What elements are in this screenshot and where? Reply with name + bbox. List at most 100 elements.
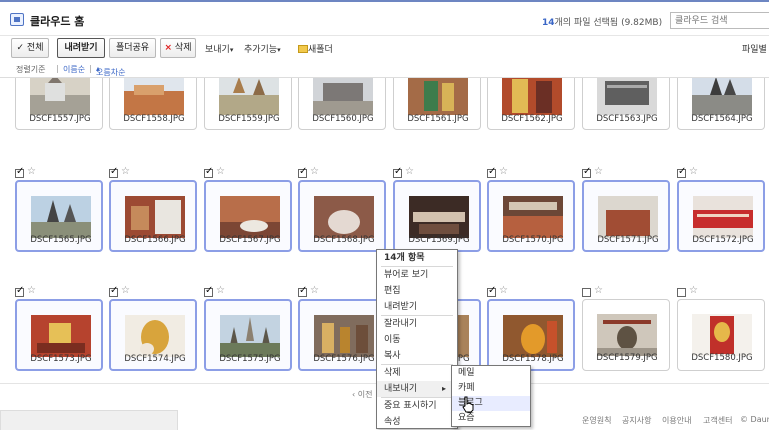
star-icon[interactable]: ☆: [310, 285, 319, 296]
star-icon[interactable]: ☆: [27, 285, 36, 296]
file-card-dscf1573[interactable]: DSCF1573.JPG: [15, 299, 103, 371]
menu-item-delete[interactable]: 삭제: [377, 365, 457, 381]
file-card-dscf1570[interactable]: DSCF1570.JPG: [487, 180, 575, 252]
prev-page-link[interactable]: ‹ 이전: [352, 389, 372, 400]
hand-cursor-icon: [462, 396, 474, 413]
file-card-dscf1571[interactable]: DSCF1571.JPG: [582, 180, 670, 252]
download-button[interactable]: 내려받기: [57, 38, 105, 58]
file-card-dscf1562[interactable]: DSCF1562.JPG: [487, 78, 575, 130]
footer-link-policy[interactable]: 운영원칙: [582, 415, 611, 426]
file-name: DSCF1566.JPG: [124, 235, 186, 245]
submenu-item-cafe[interactable]: 카페: [452, 381, 530, 396]
select-checkbox[interactable]: [298, 166, 307, 178]
send-label: 보내기: [205, 45, 230, 55]
star-icon[interactable]: ☆: [689, 285, 698, 296]
photo-thumbnail: [597, 78, 657, 115]
menu-item-export[interactable]: 내보내기 ▸: [377, 381, 457, 397]
file-card-dscf1559[interactable]: DSCF1559.JPG: [204, 78, 292, 130]
select-checkbox[interactable]: [677, 288, 686, 297]
sort-ascending[interactable]: 오름차순 ▴: [96, 64, 125, 77]
file-card-dscf1563[interactable]: DSCF1563.JPG: [582, 78, 670, 130]
footer-link-guide[interactable]: 이용안내: [662, 415, 691, 426]
sort-by-name[interactable]: 이름순: [63, 64, 85, 75]
star-icon[interactable]: ☆: [121, 166, 130, 177]
file-card-dscf1565[interactable]: DSCF1565.JPG: [15, 180, 103, 252]
file-name: DSCF1576.JPG: [313, 354, 375, 364]
page-title[interactable]: 클라우드 홈: [30, 13, 84, 29]
star-icon[interactable]: ☆: [216, 285, 225, 296]
menu-item-cut[interactable]: 잘라내기: [377, 316, 457, 332]
select-checkbox[interactable]: [15, 166, 24, 178]
export-label: 내보내기: [384, 384, 418, 394]
menu-item-mark-important[interactable]: 중요 표시하기: [377, 398, 457, 414]
menu-item-move[interactable]: 이동: [377, 332, 457, 348]
delete-button[interactable]: × 삭제: [160, 38, 196, 58]
star-icon[interactable]: ☆: [499, 285, 508, 296]
file-card-dscf1567[interactable]: DSCF1567.JPG: [204, 180, 292, 252]
file-card-dscf1566[interactable]: DSCF1566.JPG: [109, 180, 197, 252]
star-icon[interactable]: ☆: [216, 166, 225, 177]
selection-info: 14개의 파일 선택됨 (9.82MB): [542, 15, 662, 28]
select-checkbox[interactable]: [393, 166, 402, 178]
select-checkbox[interactable]: [582, 166, 591, 178]
select-checkbox[interactable]: [582, 288, 591, 297]
select-all-button[interactable]: ✓ 전체: [11, 38, 49, 58]
select-checkbox[interactable]: [204, 285, 213, 297]
sort-bar: 정렬기준 | 이름순 | 오름차순 ▴: [0, 61, 769, 78]
file-card-dscf1578[interactable]: DSCF1578.JPG: [487, 299, 575, 371]
select-checkbox[interactable]: [677, 166, 686, 178]
star-icon[interactable]: ☆: [689, 166, 698, 177]
file-card-dscf1569[interactable]: DSCF1569.JPG: [393, 180, 481, 252]
select-checkbox[interactable]: [487, 285, 496, 297]
selection-count: 14: [542, 18, 555, 28]
star-icon[interactable]: ☆: [594, 285, 603, 296]
folder-share-button[interactable]: 폴더공유: [109, 38, 156, 58]
file-card-dscf1572[interactable]: DSCF1572.JPG: [677, 180, 765, 252]
star-icon[interactable]: ☆: [594, 166, 603, 177]
menu-item-copy[interactable]: 복사: [377, 348, 457, 364]
file-card-dscf1560[interactable]: DSCF1560.JPG: [298, 78, 386, 130]
select-checkbox[interactable]: [15, 285, 24, 297]
footer-link-notice[interactable]: 공지사항: [622, 415, 651, 426]
select-checkbox[interactable]: [109, 285, 118, 297]
sort-divider: |: [56, 64, 59, 73]
select-checkbox[interactable]: [109, 166, 118, 178]
file-card-dscf1574[interactable]: DSCF1574.JPG: [109, 299, 197, 371]
chevron-down-icon: ▾: [277, 46, 281, 54]
menu-item-properties[interactable]: 속성: [377, 414, 457, 430]
star-icon[interactable]: ☆: [121, 285, 130, 296]
file-card-dscf1561[interactable]: DSCF1561.JPG: [393, 78, 481, 130]
file-card-dscf1579[interactable]: DSCF1579.JPG: [582, 299, 670, 371]
extra-features-menu[interactable]: 추가기능▾: [244, 42, 281, 55]
file-card-dscf1564[interactable]: DSCF1564.JPG: [677, 78, 765, 130]
star-icon[interactable]: ☆: [405, 166, 414, 177]
photo-thumbnail: [502, 78, 562, 115]
file-name: DSCF1580.JPG: [691, 353, 753, 363]
photo-thumbnail: [219, 78, 279, 115]
cloud-search-input[interactable]: [670, 12, 769, 29]
submenu-item-yozm[interactable]: 요즘: [452, 411, 530, 426]
file-card-dscf1558[interactable]: DSCF1558.JPG: [109, 78, 197, 130]
file-card-dscf1580[interactable]: DSCF1580.JPG: [677, 299, 765, 371]
send-menu[interactable]: 보내기▾: [205, 42, 233, 55]
file-view-toggle[interactable]: 파일별: [742, 42, 767, 55]
select-checkbox[interactable]: [204, 166, 213, 178]
file-name: DSCF1574.JPG: [124, 354, 186, 364]
file-card-dscf1557[interactable]: DSCF1557.JPG: [15, 78, 103, 130]
submenu-item-mail[interactable]: 메일: [452, 366, 530, 381]
star-icon[interactable]: ☆: [499, 166, 508, 177]
new-folder-button[interactable]: 새폴더: [298, 42, 333, 55]
delete-x-icon: ×: [164, 43, 173, 53]
star-icon[interactable]: ☆: [27, 166, 36, 177]
file-card-dscf1568[interactable]: DSCF1568.JPG: [298, 180, 386, 252]
file-card-dscf1575[interactable]: DSCF1575.JPG: [204, 299, 292, 371]
footer-link-support[interactable]: 고객센터: [703, 415, 732, 426]
photo-thumbnail: [692, 314, 752, 356]
menu-item-view[interactable]: 뷰어로 보기: [377, 267, 457, 283]
menu-item-download[interactable]: 내려받기: [377, 299, 457, 315]
select-checkbox[interactable]: [487, 166, 496, 178]
menu-item-edit[interactable]: 편집: [377, 283, 457, 299]
file-card-dscf1576[interactable]: DSCF1576.JPG: [298, 299, 386, 371]
star-icon[interactable]: ☆: [310, 166, 319, 177]
select-checkbox[interactable]: [298, 285, 307, 297]
